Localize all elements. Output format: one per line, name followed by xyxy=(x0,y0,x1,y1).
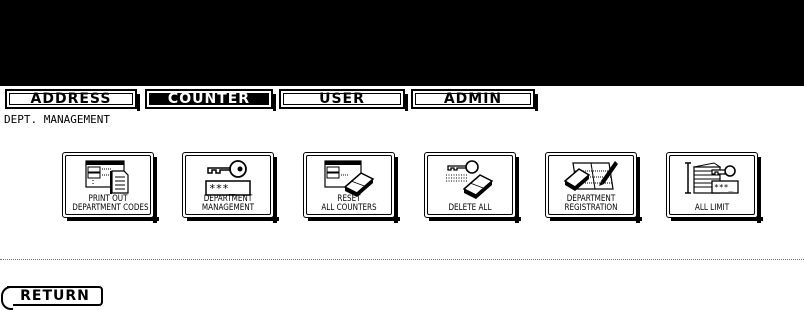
key-eraser-icon xyxy=(446,160,494,199)
register-pencil-icon xyxy=(563,161,618,191)
return-button[interactable]: RETURN xyxy=(1,286,103,310)
department-registration-button[interactable]: DEPARTMENT REGISTRATION xyxy=(545,152,642,223)
tab-address-label: ADDRESS xyxy=(9,91,133,107)
tab-user[interactable]: USER xyxy=(279,89,408,111)
button-label: DELETE ALL xyxy=(448,203,492,213)
tab-address[interactable]: ADDRESS xyxy=(5,89,140,111)
tab-counter-label: COUNTER xyxy=(149,91,269,107)
print-list-icon xyxy=(85,160,129,194)
button-label: ALL LIMIT xyxy=(694,203,730,213)
key-password-icon: ***_ xyxy=(205,160,251,196)
stack-key-icon: ***_ xyxy=(685,162,739,194)
delete-all-button[interactable]: DELETE ALL xyxy=(424,152,521,223)
counter-eraser-icon xyxy=(324,160,375,197)
button-label: DEPARTMENT REGISTRATION xyxy=(564,194,618,213)
reset-all-counters-button[interactable]: RESET ALL COUNTERS xyxy=(303,152,400,223)
button-label: PRINT OUT DEPARTMENT CODES xyxy=(72,194,149,213)
tab-admin[interactable]: ADMIN xyxy=(411,89,538,111)
button-label: DEPARTMENT MANAGEMENT xyxy=(201,194,255,213)
button-label: RESET ALL COUNTERS xyxy=(321,194,377,213)
top-status-bar xyxy=(0,0,804,86)
svg-text:***_: ***_ xyxy=(714,183,733,192)
tab-admin-label: ADMIN xyxy=(415,91,531,107)
return-button-label: RETURN xyxy=(20,288,90,304)
tab-counter[interactable]: COUNTER xyxy=(145,89,276,111)
print-out-department-codes-button[interactable]: PRINT OUT DEPARTMENT CODES xyxy=(62,152,159,223)
tab-user-label: USER xyxy=(283,91,401,107)
department-management-button[interactable]: ***_ DEPARTMENT MANAGEMENT xyxy=(182,152,279,223)
divider xyxy=(0,259,804,260)
page-title: DEPT. MANAGEMENT xyxy=(4,113,110,126)
all-limit-button[interactable]: ***_ ALL LIMIT xyxy=(666,152,763,223)
